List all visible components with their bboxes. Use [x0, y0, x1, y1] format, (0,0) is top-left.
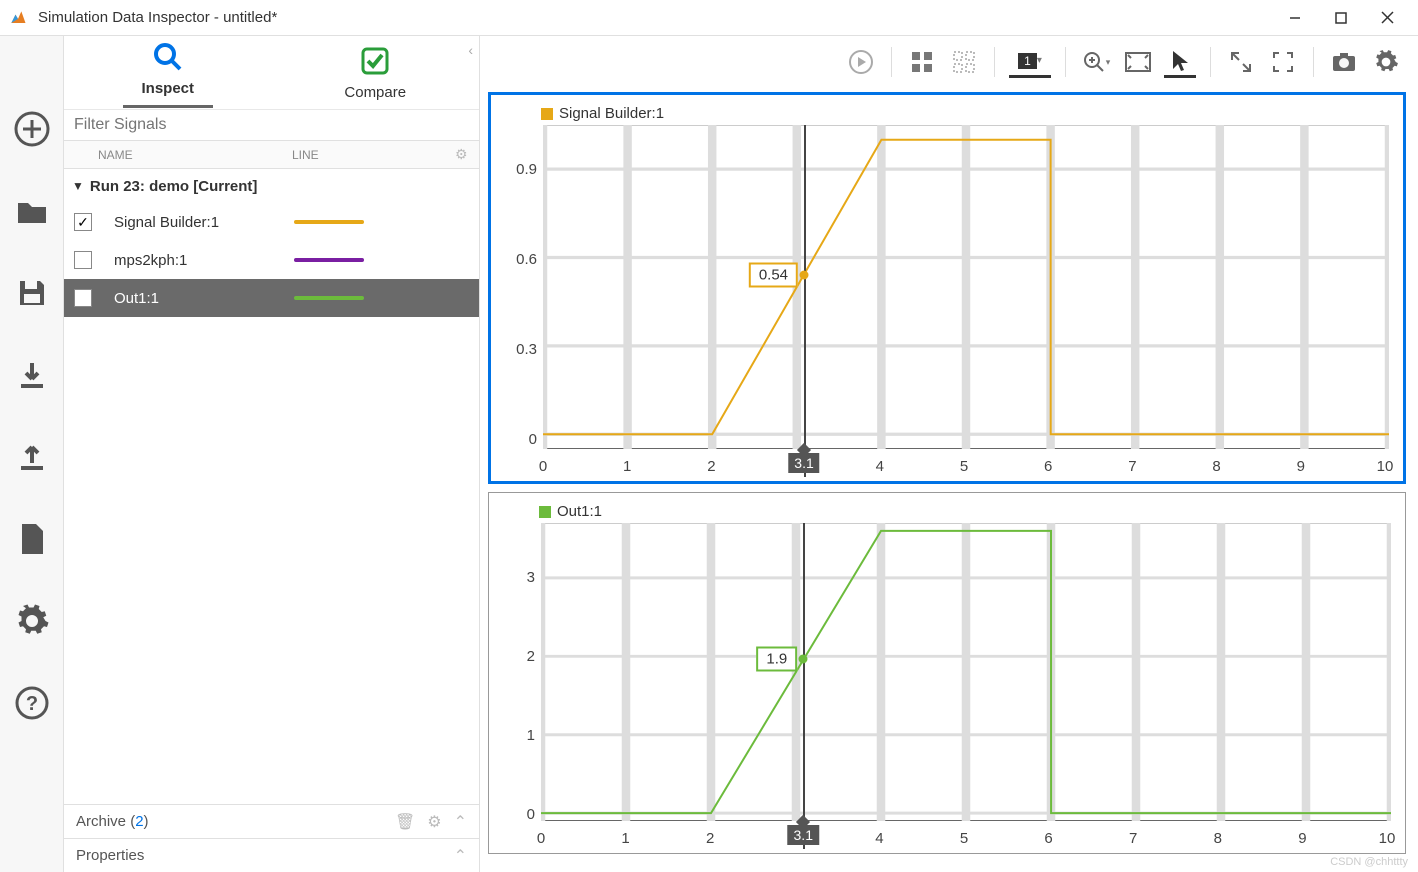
plot-area[interactable]: [543, 125, 1389, 449]
cursor-value-label: 0.54: [749, 263, 798, 288]
stream-icon[interactable]: [845, 46, 877, 78]
add-icon[interactable]: [11, 108, 53, 150]
signal-row[interactable]: mps2kph:1: [64, 241, 479, 279]
collapse-properties-icon[interactable]: ⌃: [454, 846, 467, 866]
data-cursor[interactable]: [803, 523, 805, 849]
signal-name: Signal Builder:1: [114, 214, 294, 231]
document-icon[interactable]: [11, 518, 53, 560]
title-bar: Simulation Data Inspector - untitled*: [0, 0, 1418, 36]
signal-row[interactable]: ✓ Signal Builder:1: [64, 203, 479, 241]
layout-grid-icon[interactable]: [906, 46, 938, 78]
col-settings-icon[interactable]: ⚙: [455, 146, 479, 163]
tab-inspect-label: Inspect: [141, 80, 194, 97]
chart-legend: Out1:1: [539, 503, 602, 520]
signal-name: mps2kph:1: [114, 252, 294, 269]
cursor-point: [800, 271, 809, 280]
camera-icon[interactable]: [1328, 46, 1360, 78]
save-icon[interactable]: [11, 272, 53, 314]
minimize-button[interactable]: [1272, 2, 1318, 34]
archive-count: 2: [135, 813, 143, 830]
column-header: NAME LINE ⚙: [64, 141, 479, 169]
col-line[interactable]: LINE: [292, 148, 455, 162]
run-header[interactable]: ▼ Run 23: demo [Current]: [64, 169, 479, 203]
clear-layout-icon[interactable]: [948, 46, 980, 78]
twistie-icon[interactable]: ▼: [72, 179, 84, 193]
signal-line-swatch: [294, 220, 364, 224]
signal-name: Out1:1: [114, 290, 294, 307]
signal-panel: ‹ Inspect Compare NAME LINE ⚙ ▼ Run 23: …: [64, 36, 480, 872]
cursor-value-label: 1.9: [756, 646, 797, 671]
archive-gear-icon[interactable]: ⚙: [427, 812, 441, 832]
run-label: Run 23: demo [Current]: [90, 178, 258, 195]
maximize-button[interactable]: [1318, 2, 1364, 34]
signal-line-swatch: [294, 296, 364, 300]
matlab-logo-icon: [8, 8, 28, 28]
watermark: CSDN @chhttty: [1330, 856, 1408, 868]
svg-text:?: ?: [25, 693, 37, 715]
close-button[interactable]: [1364, 2, 1410, 34]
export-icon[interactable]: [11, 436, 53, 478]
layout-select-button[interactable]: 1 ▾: [1009, 46, 1051, 78]
fit-icon[interactable]: [1122, 46, 1154, 78]
col-name[interactable]: NAME: [98, 148, 292, 162]
plot-region: 1 ▾ ▾ Signal Builder:1 00.30.60.90123456…: [480, 36, 1418, 872]
chart-title: Out1:1: [557, 503, 602, 520]
cursor-x-label: 3.1: [788, 825, 819, 845]
expand-icon[interactable]: [1225, 46, 1257, 78]
tab-compare-label: Compare: [344, 84, 406, 101]
left-sidebar: ?: [0, 36, 64, 872]
signal-checkbox[interactable]: [74, 251, 92, 269]
cursor-point: [799, 654, 808, 663]
help-icon[interactable]: ?: [11, 682, 53, 724]
fullscreen-icon[interactable]: [1267, 46, 1299, 78]
tab-compare[interactable]: Compare: [272, 36, 480, 109]
signal-checkbox[interactable]: ✓: [74, 213, 92, 231]
chart-1[interactable]: Signal Builder:1 00.30.60.9012345678910 …: [488, 92, 1406, 484]
plot-area[interactable]: [541, 523, 1391, 821]
signal-line-swatch: [294, 258, 364, 262]
search-icon: [151, 40, 185, 74]
archive-section[interactable]: Archive (2) 🗑 ⚙ ⌃: [64, 804, 479, 838]
properties-section[interactable]: Properties ⌃: [64, 838, 479, 872]
window-title: Simulation Data Inspector - untitled*: [38, 9, 1272, 26]
trash-icon[interactable]: 🗑: [395, 812, 415, 832]
collapse-panel-icon[interactable]: ‹: [468, 42, 473, 58]
data-cursor[interactable]: [804, 125, 806, 477]
signal-row[interactable]: Out1:1: [64, 279, 479, 317]
chart-title: Signal Builder:1: [559, 105, 664, 122]
filter-row: [64, 110, 479, 141]
tab-inspect[interactable]: Inspect: [64, 36, 272, 109]
archive-label: Archive: [76, 813, 126, 830]
settings-icon[interactable]: [1370, 46, 1402, 78]
plot-toolbar: 1 ▾ ▾: [480, 36, 1418, 88]
gear-icon[interactable]: [11, 600, 53, 642]
check-icon: [358, 44, 392, 78]
cursor-x-label: 3.1: [788, 453, 819, 473]
folder-icon[interactable]: [11, 190, 53, 232]
chart-legend: Signal Builder:1: [541, 105, 664, 122]
filter-input[interactable]: [64, 110, 479, 140]
zoom-icon[interactable]: ▾: [1080, 46, 1112, 78]
collapse-archive-icon[interactable]: ⌃: [454, 812, 467, 832]
chart-2[interactable]: Out1:1 0123012345678910 3.1 1.9: [488, 492, 1406, 854]
signal-checkbox[interactable]: [74, 289, 92, 307]
import-icon[interactable]: [11, 354, 53, 396]
pointer-icon[interactable]: [1164, 46, 1196, 78]
properties-label: Properties: [76, 847, 442, 864]
